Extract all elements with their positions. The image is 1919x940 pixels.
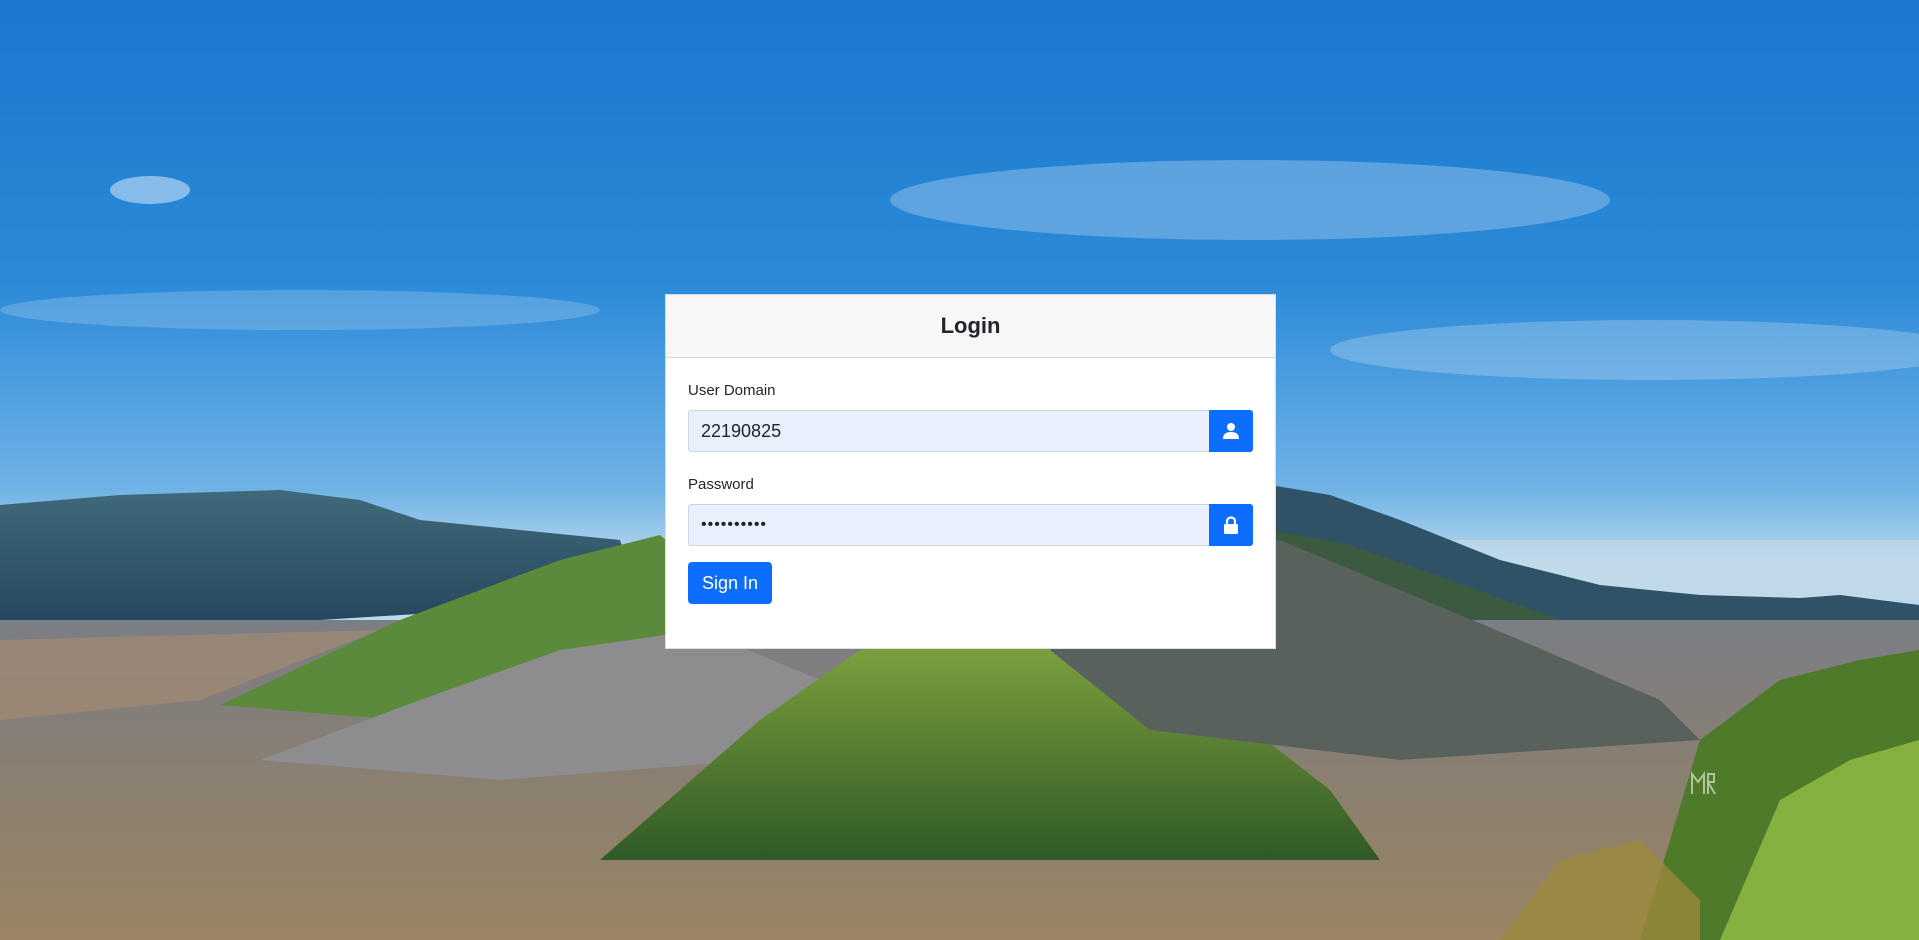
password-label: Password (688, 476, 754, 493)
user-domain-label: User Domain (688, 382, 776, 399)
user-domain-input[interactable]: 22190825 (688, 410, 1209, 452)
user-icon-button (1209, 410, 1253, 452)
lock-icon-button (1209, 504, 1253, 546)
user-icon (1223, 423, 1239, 439)
login-card-header: Login (666, 295, 1275, 358)
user-domain-input-group: 22190825 (688, 410, 1253, 452)
password-input[interactable]: •••••••••• (688, 504, 1209, 546)
password-input-group: •••••••••• (688, 504, 1253, 546)
login-title: Login (940, 313, 1001, 338)
watermark-logo (1691, 771, 1716, 795)
lock-icon (1224, 515, 1238, 534)
sign-in-button[interactable]: Sign In (688, 562, 773, 604)
login-form: User Domain 22190825 Password ••••••••••… (666, 358, 1275, 604)
login-card: Login User Domain 22190825 Password ••••… (665, 294, 1276, 649)
